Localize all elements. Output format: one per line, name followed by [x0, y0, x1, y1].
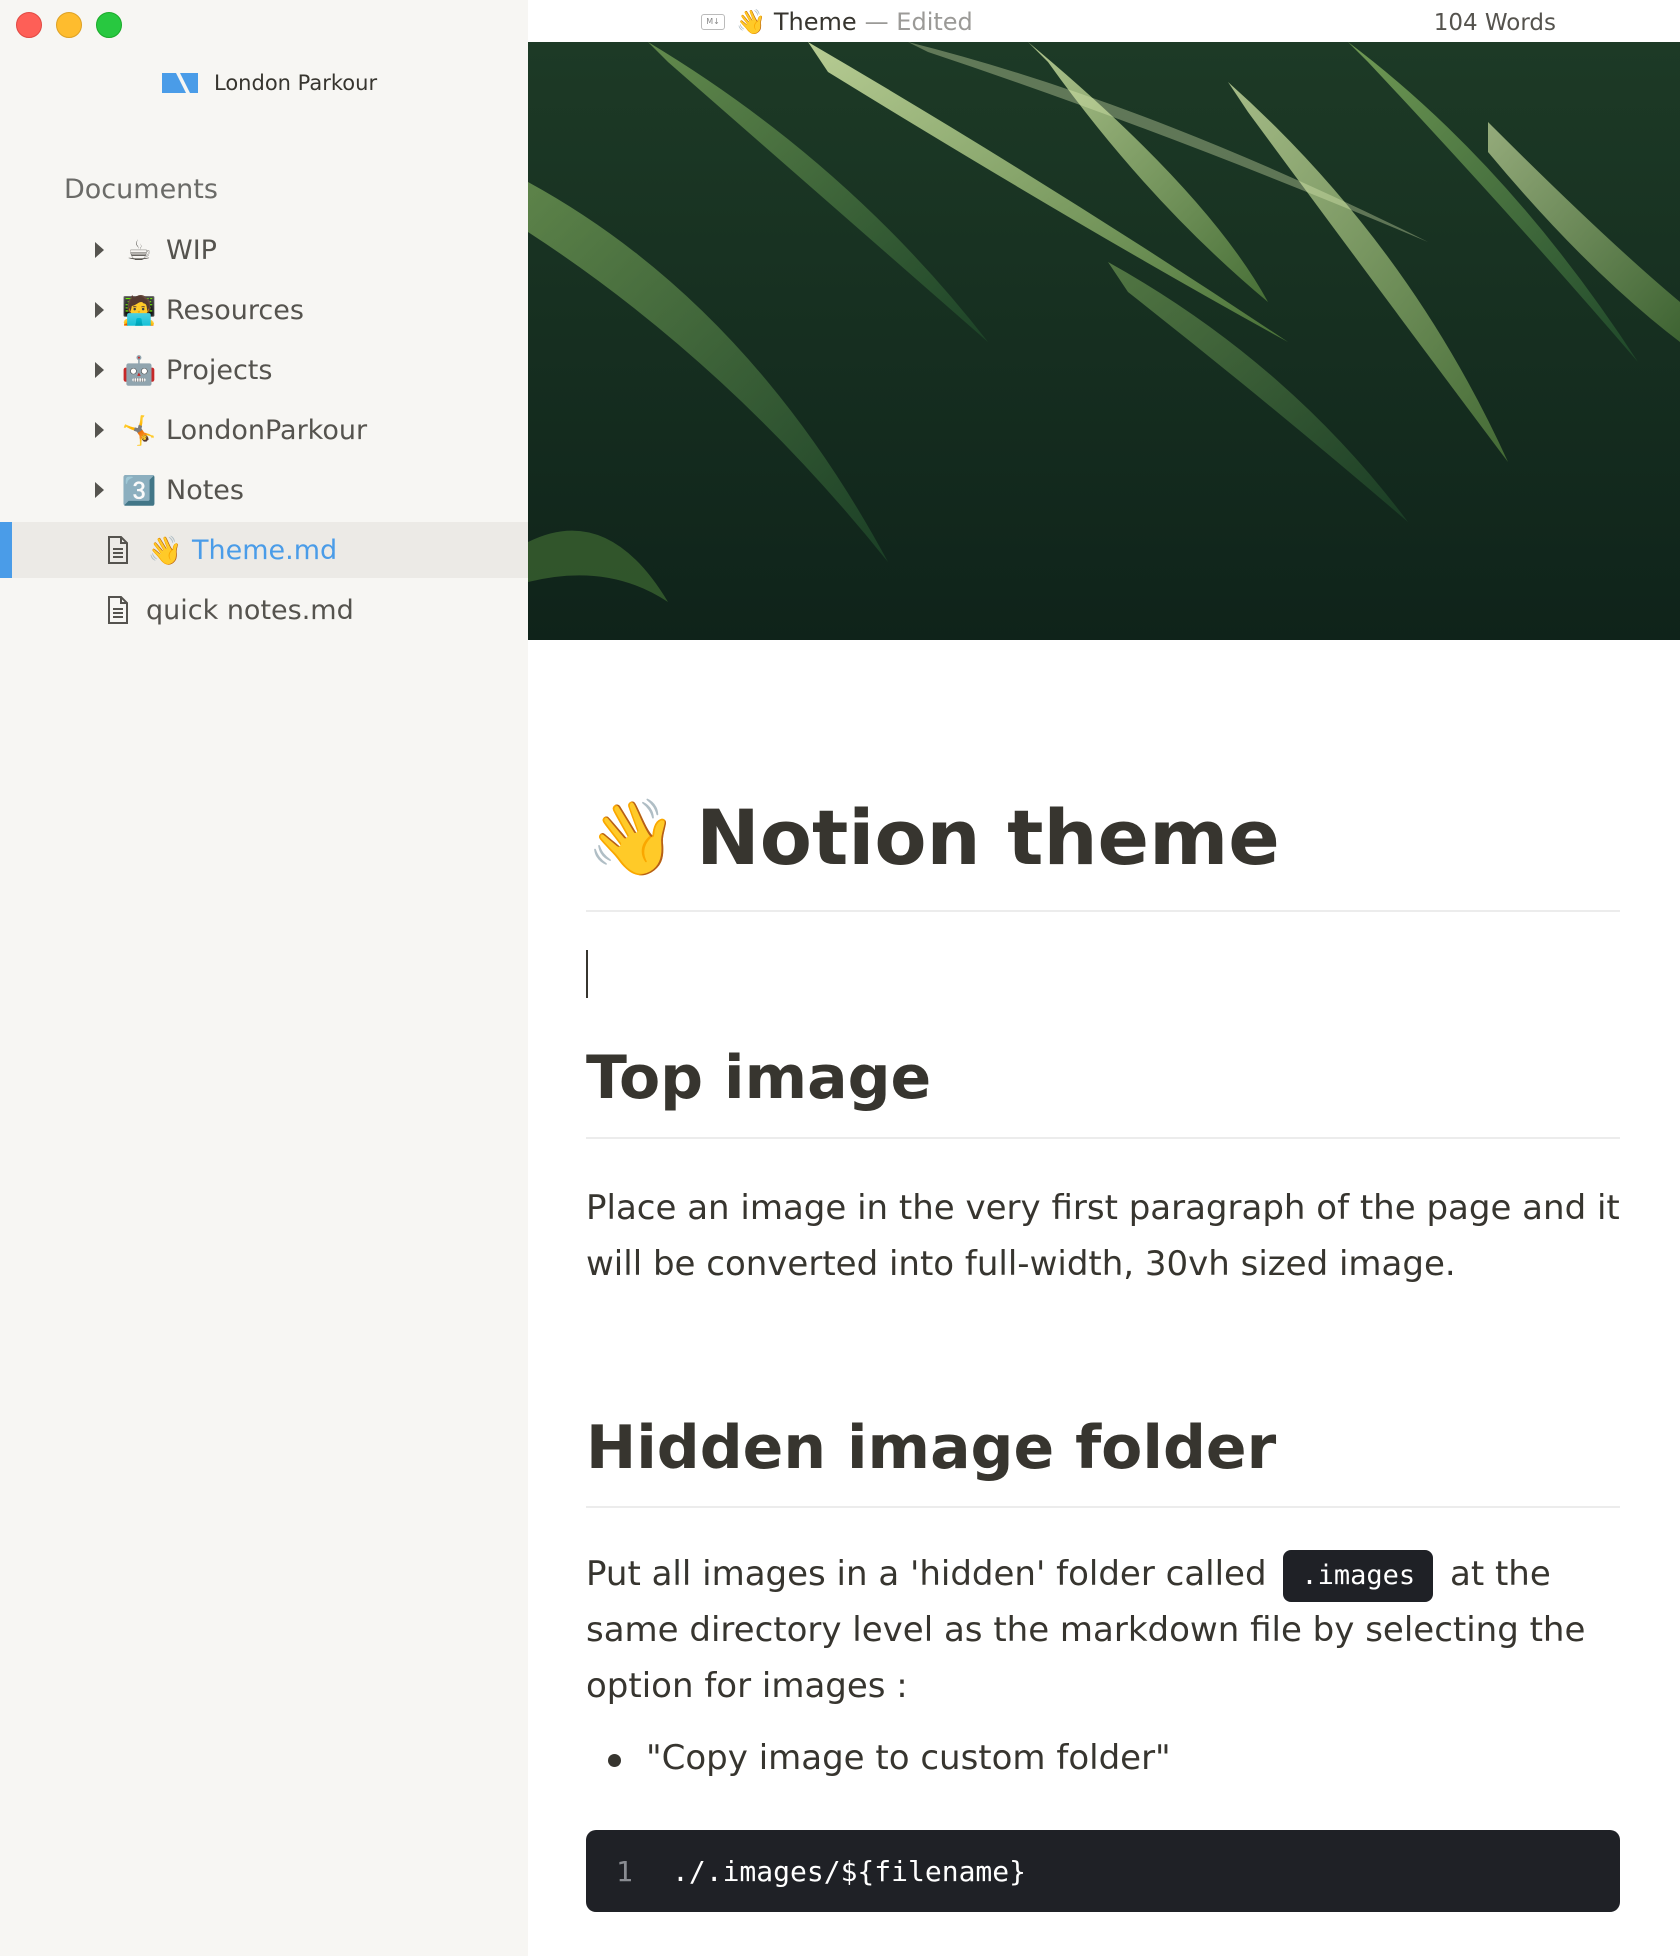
sidebar-file-theme-md[interactable]: 👋 Theme.md [0, 522, 528, 578]
maximize-window-button[interactable] [96, 12, 122, 38]
document-icon [108, 596, 128, 624]
sidebar-folder-label: LondonParkour [166, 414, 368, 446]
technologist-emoji-icon: 🧑‍💻 [121, 293, 157, 327]
paragraph-text: Put all images in a 'hidden' folder call… [586, 1554, 1267, 1594]
keycap-three-emoji-icon: 3️⃣ [121, 473, 157, 507]
sidebar-folder-resources[interactable]: 🧑‍💻 Resources [0, 282, 528, 338]
workspace-switcher[interactable]: London Parkour [162, 68, 377, 98]
selection-indicator [0, 522, 12, 578]
paragraph-top-image: Place an image in the very first paragra… [586, 1188, 1620, 1284]
document-title: 👋 Theme — Edited [736, 8, 973, 36]
list-item-text: "Copy image to custom folder" [646, 1738, 1171, 1778]
close-window-button[interactable] [16, 12, 42, 38]
waving-hand-emoji-icon: 👋 [147, 533, 183, 567]
sidebar-folder-label: WIP [166, 234, 217, 266]
editor-pane: M↓ 👋 Theme — Edited 104 Words 👋 Notion t… [528, 0, 1680, 1956]
sidebar-folder-projects[interactable]: 🤖 Projects [0, 342, 528, 398]
file-tree: ☕ WIP 🧑‍💻 Resources 🤖 Projects 🤸 LondonP… [0, 222, 528, 642]
disclosure-triangle-icon[interactable] [95, 302, 104, 318]
section-heading-top-image: Top image [586, 1043, 932, 1113]
coffee-emoji-icon: ☕ [126, 233, 152, 267]
cover-image [528, 42, 1680, 640]
sidebar-file-quick-notes-md[interactable]: quick notes.md [0, 582, 528, 638]
word-count[interactable]: 104 Words [1434, 10, 1556, 36]
cartwheel-emoji-icon: 🤸 [121, 413, 157, 447]
workspace-logo-icon [162, 73, 198, 93]
sidebar-folder-londonparkour[interactable]: 🤸 LondonParkour [0, 402, 528, 458]
workspace-name: London Parkour [214, 71, 378, 95]
sidebar-folder-label: Resources [166, 294, 304, 326]
bullet-icon [608, 1754, 621, 1767]
documents-section-label: Documents [64, 174, 218, 205]
disclosure-triangle-icon[interactable] [95, 242, 104, 258]
disclosure-triangle-icon[interactable] [95, 362, 104, 378]
heading-divider [586, 1137, 1620, 1139]
sidebar-file-label: quick notes.md [146, 594, 354, 626]
title-bar: M↓ 👋 Theme — Edited 104 Words [528, 0, 1680, 42]
waving-hand-emoji-icon: 👋 [736, 8, 766, 36]
page-title-text: Notion theme [696, 793, 1280, 882]
document-icon [108, 536, 128, 564]
sidebar: London Parkour Documents ☕ WIP 🧑‍💻 Resou… [0, 0, 528, 1956]
code-line: ./.images/${filename} [672, 1854, 1027, 1888]
list-item: "Copy image to custom folder" [586, 1730, 1171, 1786]
section-heading-hidden-image-folder: Hidden image folder [586, 1413, 1277, 1483]
page-title: 👋 Notion theme [586, 788, 1280, 888]
heading-divider [586, 910, 1620, 912]
robot-emoji-icon: 🤖 [121, 353, 157, 387]
sidebar-folder-wip[interactable]: ☕ WIP [0, 222, 528, 278]
code-block[interactable]: 1 ./.images/${filename} [586, 1830, 1620, 1912]
edited-status: — Edited [864, 8, 973, 36]
text-cursor [586, 950, 588, 998]
bullet-list: "Copy image to custom folder" [586, 1730, 1171, 1786]
sidebar-file-label: Theme.md [192, 534, 338, 566]
disclosure-triangle-icon[interactable] [95, 422, 104, 438]
waving-hand-emoji-icon: 👋 [586, 795, 679, 881]
code-line-number: 1 [616, 1854, 633, 1888]
heading-divider [586, 1506, 1620, 1508]
sidebar-folder-label: Notes [166, 474, 244, 506]
markdown-icon: M↓ [701, 14, 725, 30]
minimize-window-button[interactable] [56, 12, 82, 38]
sidebar-folder-notes[interactable]: 3️⃣ Notes [0, 462, 528, 518]
sidebar-folder-label: Projects [166, 354, 273, 386]
paragraph-hidden-image-folder: Put all images in a 'hidden' folder call… [586, 1546, 1620, 1714]
document-title-text: Theme [773, 8, 857, 36]
disclosure-triangle-icon[interactable] [95, 482, 104, 498]
inline-code: .images [1283, 1549, 1434, 1602]
